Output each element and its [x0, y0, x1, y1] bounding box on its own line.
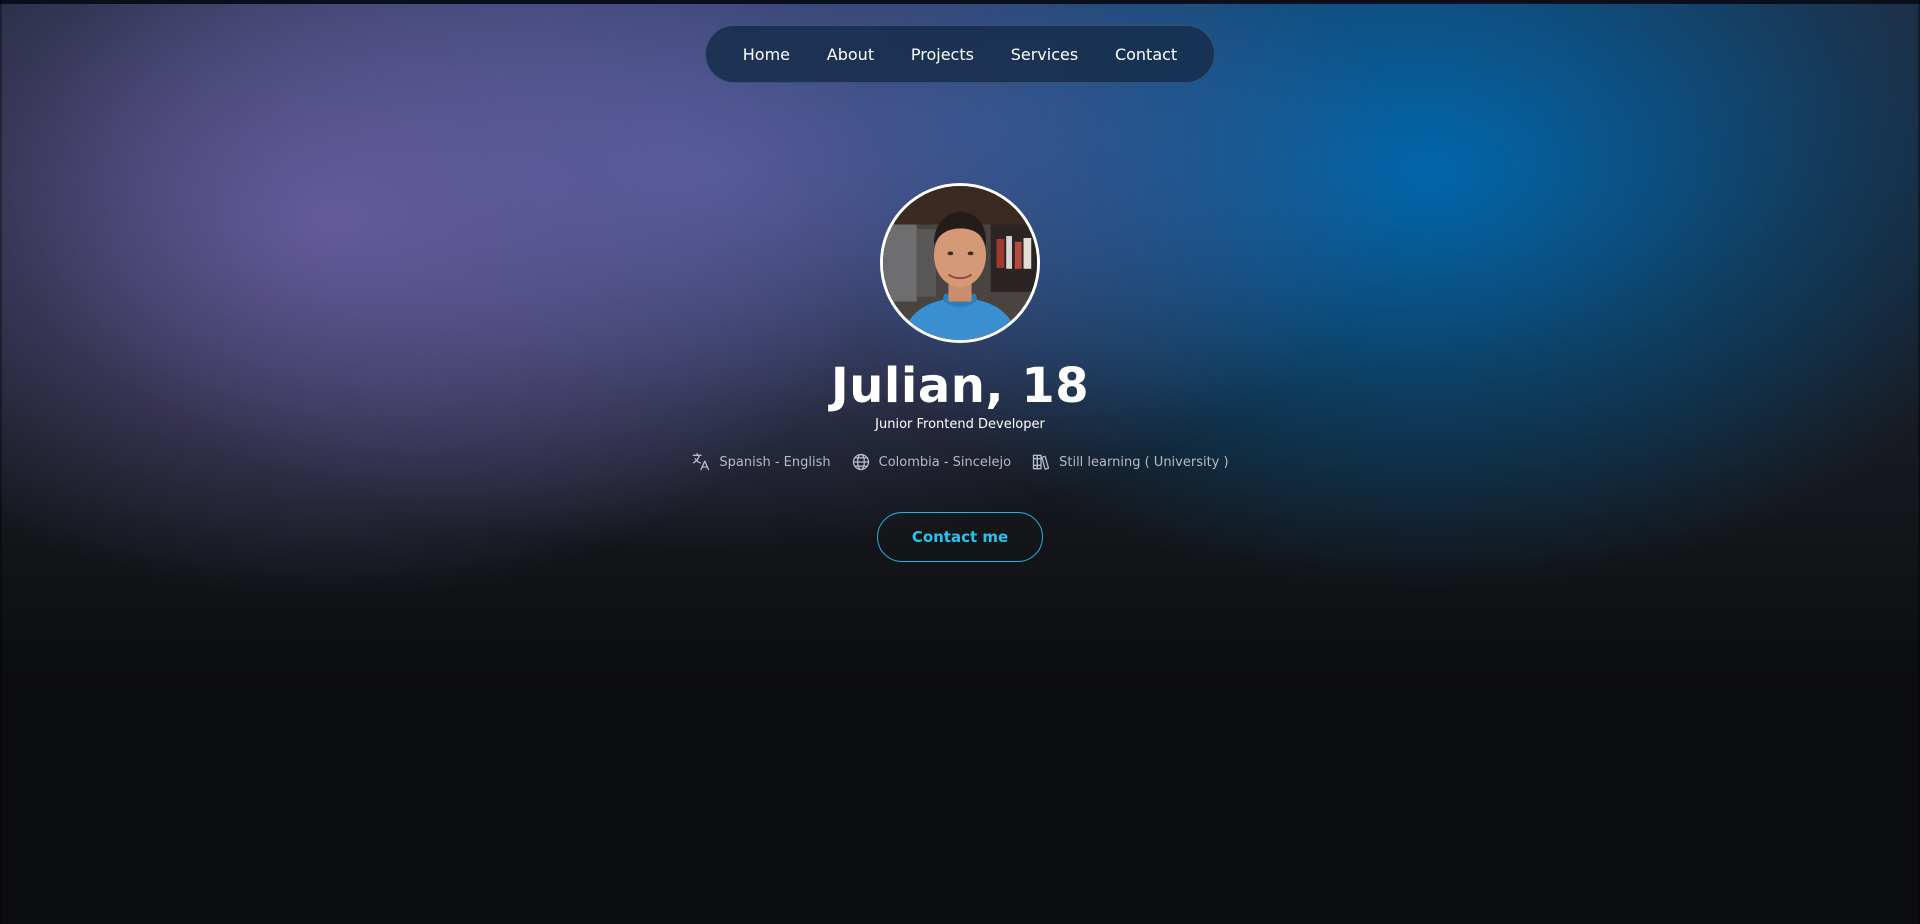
nav-link-projects[interactable]: Projects	[903, 39, 982, 70]
nav-link-home[interactable]: Home	[735, 39, 798, 70]
contact-me-button[interactable]: Contact me	[877, 512, 1043, 562]
profile-photo	[883, 186, 1037, 340]
info-location: Colombia - Sincelejo	[851, 452, 1011, 472]
info-languages-text: Spanish - English	[719, 454, 831, 470]
nav-link-services[interactable]: Services	[1003, 39, 1086, 70]
info-education: Still learning ( University )	[1031, 452, 1229, 472]
nav-link-about[interactable]: About	[819, 39, 882, 70]
info-education-text: Still learning ( University )	[1059, 454, 1229, 470]
profile-info-row: Spanish - English Colombia - Sincelejo S…	[0, 452, 1920, 472]
globe-icon	[851, 452, 871, 472]
info-languages: Spanish - English	[691, 452, 831, 472]
window-top-border	[0, 0, 1920, 4]
info-location-text: Colombia - Sincelejo	[878, 454, 1012, 470]
books-icon	[1031, 452, 1051, 472]
profile-avatar	[880, 183, 1040, 343]
main-navbar: Home About Projects Services Contact	[705, 25, 1215, 83]
profile-role: Junior Frontend Developer	[875, 417, 1045, 432]
profile-name: Julian, 18	[830, 358, 1090, 414]
translate-icon	[691, 452, 711, 472]
nav-link-contact[interactable]: Contact	[1107, 39, 1185, 70]
